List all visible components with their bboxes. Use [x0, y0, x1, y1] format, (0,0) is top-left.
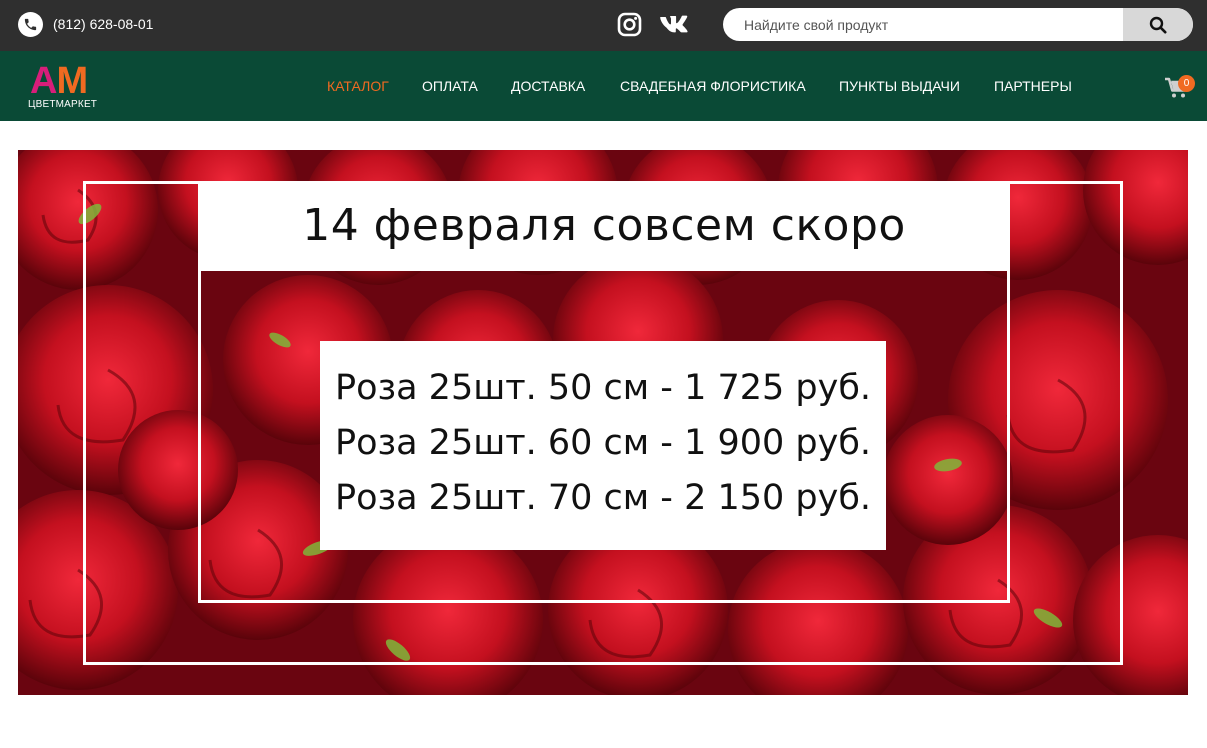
- banner-title-box: 14 февраля совсем скоро: [198, 181, 1010, 269]
- nav-item-pickup-points[interactable]: ПУНКТЫ ВЫДАЧИ: [839, 78, 960, 94]
- banner-title: 14 февраля совсем скоро: [302, 199, 906, 251]
- search-button[interactable]: [1123, 8, 1193, 41]
- price-line: Роза 25шт. 50 см - 1 725 руб.: [334, 368, 872, 408]
- logo-subtitle: ЦВЕТМАРКЕТ: [28, 99, 98, 110]
- logo-letters: AM: [30, 60, 88, 102]
- promo-banner[interactable]: 14 февраля совсем скоро Роза 25шт. 50 см…: [18, 150, 1188, 695]
- price-line: Роза 25шт. 60 см - 1 900 руб.: [334, 423, 872, 463]
- search-icon: [1149, 16, 1167, 34]
- nav-item-wedding-floristry[interactable]: СВАДЕБНАЯ ФЛОРИСТИКА: [620, 78, 806, 94]
- nav-item-partners[interactable]: ПАРТНЕРЫ: [994, 78, 1072, 94]
- nav-item-delivery[interactable]: ДОСТАВКА: [511, 78, 585, 94]
- search-input[interactable]: [723, 8, 1123, 41]
- phone-number[interactable]: (812) 628-08-01: [53, 16, 153, 32]
- logo[interactable]: AM ЦВЕТМАРКЕТ: [28, 60, 108, 113]
- banner-price-box: Роза 25шт. 50 см - 1 725 руб. Роза 25шт.…: [320, 341, 886, 550]
- cart-button[interactable]: 0: [1164, 75, 1196, 102]
- nav-item-payment[interactable]: ОПЛАТА: [422, 78, 478, 94]
- cart-count-badge: 0: [1178, 75, 1195, 92]
- nav-item-catalog[interactable]: КАТАЛОГ: [327, 78, 389, 94]
- phone-icon[interactable]: [18, 12, 43, 37]
- price-line: Роза 25шт. 70 см - 2 150 руб.: [334, 478, 872, 518]
- top-bar: (812) 628-08-01: [0, 0, 1207, 51]
- search-box: [723, 8, 1193, 41]
- vk-icon[interactable]: [659, 15, 690, 35]
- main-nav: AM ЦВЕТМАРКЕТ КАТАЛОГ ОПЛАТА ДОСТАВКА СВ…: [0, 51, 1207, 121]
- instagram-icon[interactable]: [617, 12, 642, 37]
